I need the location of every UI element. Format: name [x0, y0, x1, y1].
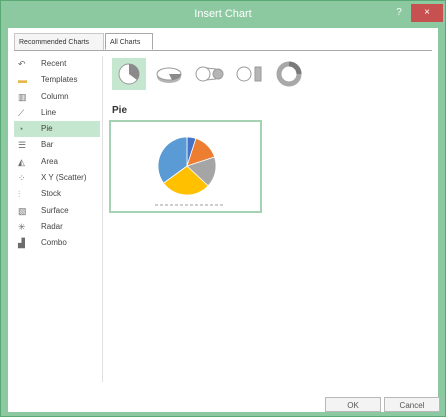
- category-label: Surface: [41, 205, 69, 215]
- dialog-button-row: OK Cancel: [1, 391, 445, 417]
- category-label: Bar: [41, 140, 54, 150]
- sidebar-divider: [102, 56, 103, 382]
- bar-chart-icon: ☰: [18, 140, 27, 151]
- chart-subtype-option[interactable]: [272, 58, 306, 90]
- chart-subtype-option[interactable]: [152, 58, 186, 90]
- dialog-content: Recommended Charts All Charts ↶ Recent ▬ Te…: [8, 28, 438, 412]
- chart-preview[interactable]: [109, 120, 262, 213]
- tab-all-charts[interactable]: All Charts: [105, 33, 153, 50]
- category-label: Recent: [41, 59, 67, 68]
- preview-pie-chart: [155, 136, 223, 206]
- templates-folder-icon: ▬: [18, 75, 27, 86]
- surface-chart-icon: ▧: [18, 205, 27, 216]
- insert-chart-dialog: Insert Chart ? × Recommended Charts All …: [0, 0, 446, 417]
- category-stock[interactable]: ⫶ Stock: [14, 186, 100, 202]
- column-chart-icon: ▥: [18, 91, 27, 102]
- category-templates[interactable]: ▬ Templates: [14, 72, 100, 88]
- combo-chart-icon: ▟: [18, 238, 25, 249]
- title-bar[interactable]: Insert Chart ? ×: [1, 1, 445, 27]
- bar-of-pie-subtype-icon: [236, 66, 262, 82]
- category-label: X Y (Scatter): [41, 173, 87, 183]
- chart-subtype-option[interactable]: [192, 58, 226, 90]
- scatter-chart-icon: ⁘: [18, 173, 26, 184]
- category-x-y-scatter[interactable]: ⁘ X Y (Scatter): [14, 170, 100, 186]
- category-label: Column: [41, 91, 69, 101]
- cancel-button[interactable]: Cancel: [384, 397, 440, 412]
- stock-chart-icon: ⫶: [18, 189, 21, 200]
- chart-subtype-option[interactable]: [232, 58, 266, 90]
- category-radar[interactable]: ✳ Radar: [14, 219, 100, 235]
- dialog-title: Insert Chart: [194, 8, 252, 20]
- category-label: Stock: [41, 189, 62, 199]
- help-button[interactable]: ?: [389, 4, 409, 22]
- selected-chart-type-name: Pie: [112, 105, 128, 116]
- category-area[interactable]: ◭ Area: [14, 154, 100, 170]
- category-column[interactable]: ▥ Column: [14, 89, 100, 105]
- category-label: Templates: [41, 75, 78, 85]
- chart-category-list: ↶ Recent ▬ Templates ▥ Column ⟋ Line ◔ Pie ☰ Bar ◭ Ar…: [14, 56, 100, 252]
- tab-underline: [14, 50, 432, 51]
- category-label: Line: [41, 107, 57, 117]
- tab-recommended-charts[interactable]: Recommended Charts: [14, 33, 104, 50]
- category-label: Area: [41, 156, 58, 166]
- category-line[interactable]: ⟋ Line: [14, 105, 100, 121]
- category-recent[interactable]: ↶ Recent: [14, 56, 100, 72]
- category-combo[interactable]: ▟ Combo: [14, 235, 100, 251]
- category-label: Radar: [41, 221, 63, 231]
- category-bar[interactable]: ☰ Bar: [14, 137, 100, 153]
- doughnut-subtype-icon: [276, 61, 302, 87]
- ok-button[interactable]: OK: [325, 397, 381, 412]
- category-label: Combo: [41, 238, 67, 248]
- chart-subtype-option[interactable]: [112, 58, 146, 90]
- 3d-pie-subtype-icon: [156, 67, 182, 83]
- area-chart-icon: ◭: [18, 156, 25, 167]
- pie-subtype-icon: [118, 63, 140, 85]
- category-surface[interactable]: ▧ Surface: [14, 203, 100, 219]
- pie-of-pie-subtype-icon: [195, 66, 224, 82]
- category-pie[interactable]: ◔ Pie: [14, 121, 100, 138]
- line-chart-icon: ⟋: [18, 107, 25, 118]
- close-button[interactable]: ×: [411, 4, 443, 22]
- recent-icon: ↶: [18, 59, 26, 69]
- category-label: Pie: [41, 124, 53, 134]
- pie-chart-icon: ◔: [18, 124, 24, 135]
- radar-chart-icon: ✳: [18, 221, 26, 232]
